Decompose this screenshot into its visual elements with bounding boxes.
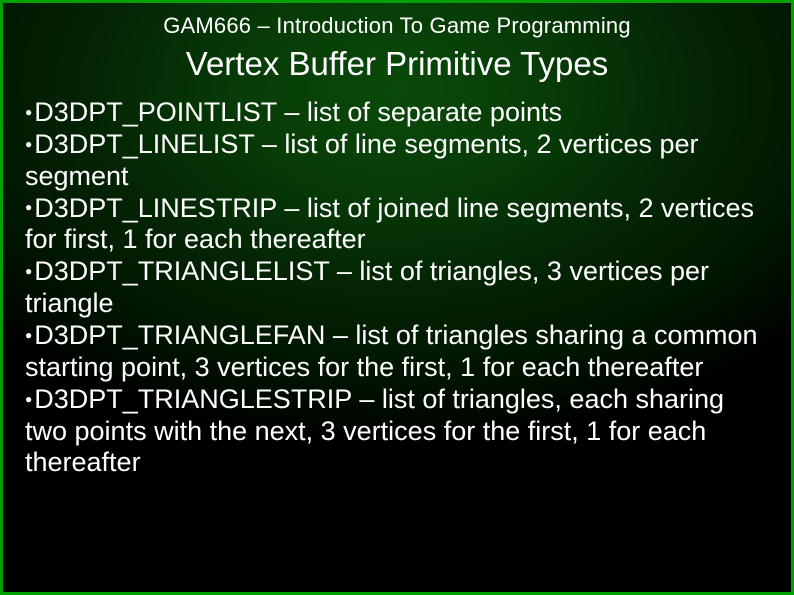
list-item: ●D3DPT_LINELIST – list of line segments,… (25, 129, 769, 193)
list-item: ●D3DPT_TRIANGLESTRIP – list of triangles… (25, 384, 769, 480)
bullet-icon: ● (25, 328, 32, 342)
list-item-text: D3DPT_POINTLIST – list of separate point… (34, 97, 562, 127)
bullet-icon: ● (25, 105, 32, 119)
list-item-text: D3DPT_LINELIST – list of line segments, … (25, 129, 699, 191)
bullet-icon: ● (25, 137, 32, 151)
slide: GAM666 – Introduction To Game Programmin… (0, 0, 794, 595)
list-item-text: D3DPT_TRIANGLEFAN – list of triangles sh… (25, 320, 758, 382)
bullet-icon: ● (25, 392, 32, 406)
list-item-text: D3DPT_TRIANGLELIST – list of triangles, … (25, 256, 709, 318)
list-item: ●D3DPT_POINTLIST – list of separate poin… (25, 97, 769, 129)
list-item-text: D3DPT_TRIANGLESTRIP – list of triangles,… (25, 384, 724, 478)
bullet-icon: ● (25, 200, 32, 214)
list-item: ●D3DPT_TRIANGLELIST – list of triangles,… (25, 256, 769, 320)
slide-content: ●D3DPT_POINTLIST – list of separate poin… (25, 97, 769, 479)
course-label: GAM666 – Introduction To Game Programmin… (25, 13, 769, 39)
list-item: ●D3DPT_LINESTRIP – list of joined line s… (25, 193, 769, 257)
slide-title: Vertex Buffer Primitive Types (25, 45, 769, 83)
bullet-icon: ● (25, 264, 32, 278)
list-item: ●D3DPT_TRIANGLEFAN – list of triangles s… (25, 320, 769, 384)
list-item-text: D3DPT_LINESTRIP – list of joined line se… (25, 193, 754, 255)
